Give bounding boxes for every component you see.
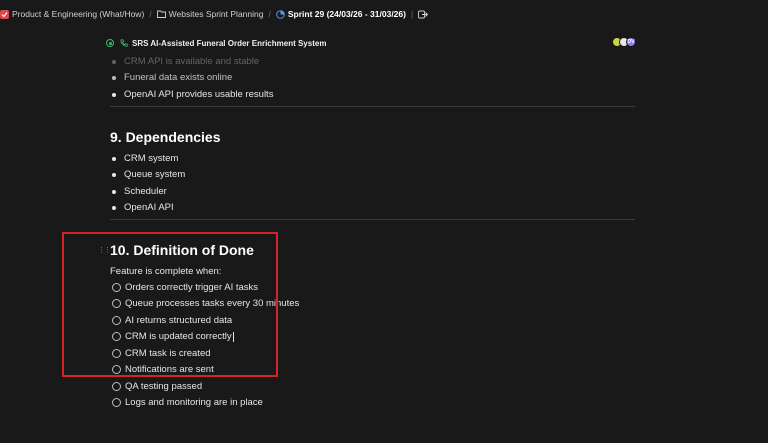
list-item[interactable]: CRM system <box>111 153 178 164</box>
breadcrumb-separator: / <box>149 9 152 19</box>
checkbox[interactable] <box>112 398 121 407</box>
breadcrumb-item-sprint[interactable]: Sprint 29 (24/03/26 - 31/03/26) <box>276 9 406 19</box>
checklist-item-label[interactable]: Logs and monitoring are in place <box>125 397 263 408</box>
checkbox[interactable] <box>112 382 121 391</box>
list-item[interactable]: Scheduler <box>112 186 167 197</box>
space-icon <box>0 9 9 19</box>
status-icon[interactable] <box>106 39 114 47</box>
list-item[interactable]: Queue system <box>111 169 185 180</box>
breadcrumb-label: Sprint 29 (24/03/26 - 31/03/26) <box>287 9 406 19</box>
divider <box>110 219 635 220</box>
checklist-item: Logs and monitoring are in place <box>112 397 263 408</box>
divider <box>110 106 635 107</box>
list-item[interactable]: CRM API is available and stable <box>111 56 259 67</box>
avatar[interactable]: DV <box>626 37 636 47</box>
list-item[interactable]: OpenAI API <box>112 202 174 213</box>
section-heading-dependencies[interactable]: 9. Dependencies <box>110 129 221 145</box>
breadcrumb-item-folder[interactable]: Websites Sprint Planning <box>156 9 264 19</box>
phone-icon <box>120 39 128 47</box>
list-item[interactable]: OpenAI API provides usable results <box>111 89 273 100</box>
checklist-item-label[interactable]: QA testing passed <box>125 381 202 392</box>
checklist-item: QA testing passed <box>112 381 202 392</box>
list-item[interactable]: Funeral data exists online <box>111 72 232 83</box>
folder-icon <box>156 10 166 18</box>
breadcrumb-label: Product & Engineering (What/How) <box>12 9 145 19</box>
breadcrumb-separator: / <box>268 9 271 19</box>
share-icon[interactable] <box>418 10 429 19</box>
highlight-annotation <box>62 232 278 377</box>
collaborator-avatars[interactable]: DV <box>612 37 636 47</box>
sprint-icon <box>276 9 285 19</box>
breadcrumb-item-space[interactable]: Product & Engineering (What/How) <box>0 9 144 19</box>
breadcrumb-separator-line: | <box>410 9 414 19</box>
document-header: SRS AI-Assisted Funeral Order Enrichment… <box>106 34 636 52</box>
document-title[interactable]: SRS AI-Assisted Funeral Order Enrichment… <box>132 39 326 48</box>
breadcrumb-label: Websites Sprint Planning <box>168 9 264 19</box>
breadcrumb: Product & Engineering (What/How) / Websi… <box>0 0 768 28</box>
